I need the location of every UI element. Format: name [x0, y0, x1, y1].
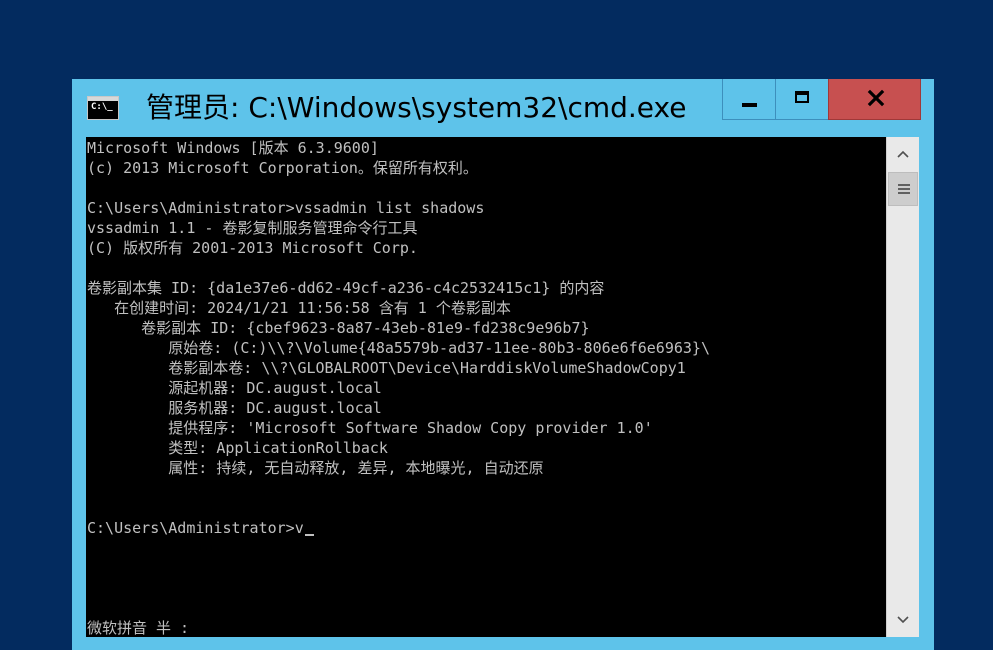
console-line: Microsoft Windows [版本 6.3.9600] [87, 139, 379, 157]
console-line: 在创建时间: 2024/1/21 11:56:58 含有 1 个卷影副本 [87, 299, 511, 317]
console-line: 卷影副本卷: \\?\GLOBALROOT\Device\HarddiskVol… [87, 359, 686, 377]
close-icon [867, 89, 885, 107]
console-lines: Microsoft Windows [版本 6.3.9600] (c) 2013… [87, 138, 710, 538]
scroll-thumb[interactable] [888, 172, 918, 206]
grip-icon [898, 192, 910, 194]
cmd-icon-text: C:\_ [91, 102, 113, 112]
maximize-button[interactable] [775, 79, 829, 120]
console-line: 服务机器: DC.august.local [87, 399, 382, 417]
minimize-button[interactable] [722, 79, 776, 120]
close-button[interactable] [828, 79, 921, 120]
window-title: 管理员: C:\Windows\system32\cmd.exe [146, 91, 687, 124]
console-input-line[interactable]: C:\Users\Administrator>v [87, 518, 710, 538]
cmd-icon[interactable]: C:\_ [87, 96, 119, 120]
maximize-icon [795, 91, 809, 103]
console-line: 类型: ApplicationRollback [87, 439, 388, 457]
title-bar[interactable]: C:\_ 管理员: C:\Windows\system32\cmd.exe [72, 79, 934, 137]
console-output[interactable]: Microsoft Windows [版本 6.3.9600] (c) 2013… [86, 137, 886, 637]
chevron-up-icon [897, 150, 909, 158]
console-line: 原始卷: (C:)\\?\Volume{48a5579b-ad37-11ee-8… [87, 339, 710, 357]
console-line: 卷影副本 ID: {cbef9623-8a87-43eb-81e9-fd238c… [87, 319, 590, 337]
console-line: vssadmin 1.1 - 卷影复制服务管理命令行工具 [87, 219, 418, 237]
scroll-down-button[interactable] [887, 603, 919, 637]
console-line: C:\Users\Administrator>vssadmin list sha… [87, 199, 485, 217]
console-line: (C) 版权所有 2001-2013 Microsoft Corp. [87, 239, 418, 257]
vertical-scrollbar[interactable] [886, 137, 919, 637]
grip-icon [898, 188, 910, 190]
console-line: 提供程序: 'Microsoft Software Shadow Copy pr… [87, 419, 653, 437]
console-line: 属性: 持续, 无自动释放, 差异, 本地曝光, 自动还原 [87, 459, 544, 477]
minimize-icon [742, 103, 757, 107]
desktop-background: C:\_ 管理员: C:\Windows\system32\cmd.exe Mi… [0, 0, 993, 650]
grip-icon [898, 184, 910, 186]
cmd-window[interactable]: C:\_ 管理员: C:\Windows\system32\cmd.exe Mi… [72, 79, 934, 650]
scroll-up-button[interactable] [887, 137, 919, 171]
console-line: (c) 2013 Microsoft Corporation。保留所有权利。 [87, 159, 478, 177]
chevron-down-icon [897, 616, 909, 624]
console-input-text[interactable]: C:\Users\Administrator>v [87, 519, 304, 537]
text-cursor [304, 534, 314, 536]
ime-status: 微软拼音 半 : [87, 619, 190, 637]
console-line: 源起机器: DC.august.local [87, 379, 382, 397]
console-line: 卷影副本集 ID: {da1e37e6-dd62-49cf-a236-c4c25… [87, 279, 605, 297]
